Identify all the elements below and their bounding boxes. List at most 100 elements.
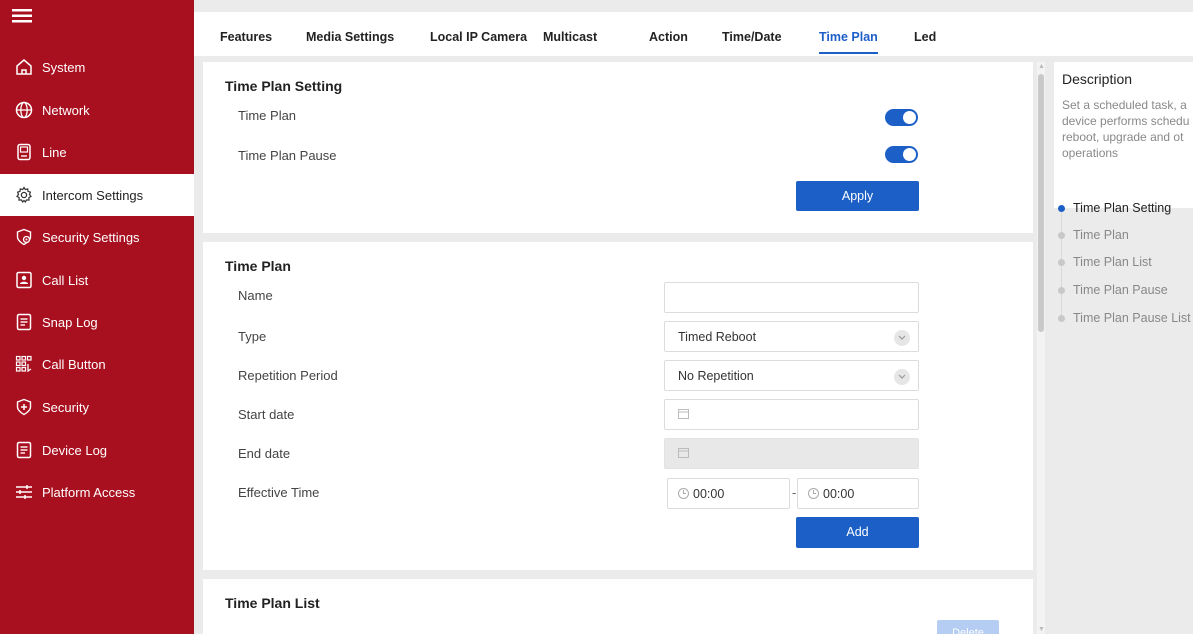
time-range-separator: - [792, 485, 797, 500]
name-label: Name [238, 288, 273, 303]
document-icon [15, 313, 33, 331]
tab-time-date[interactable]: Time/Date [722, 12, 782, 56]
tab-local-ip-camera[interactable]: Local IP Camera [430, 12, 527, 56]
type-select[interactable]: Timed Reboot [664, 321, 919, 352]
sidebar-item-label: Security [42, 399, 89, 415]
type-label: Type [238, 329, 267, 344]
anchor-dot [1058, 314, 1065, 322]
anchor-time-plan-setting[interactable]: Time Plan Setting [1058, 201, 1171, 215]
description-line: device performs schedu [1062, 114, 1190, 128]
sidebar: System Network Line Intercom Settings Se… [0, 0, 194, 634]
sidebar-item-label: Platform Access [42, 484, 136, 500]
description-title: Description [1062, 71, 1133, 87]
end-date-label: End date [238, 446, 291, 461]
anchor-label: Time Plan [1073, 228, 1129, 242]
sidebar-item-call-list[interactable]: Call List [0, 259, 194, 301]
repetition-select-value: No Repetition [678, 368, 754, 383]
anchor-time-plan[interactable]: Time Plan [1058, 228, 1129, 242]
sidebar-item-label: Call List [42, 272, 89, 288]
section-title: Time Plan List [225, 595, 320, 611]
description-line: reboot, upgrade and ot [1062, 130, 1184, 144]
anchor-label: Time Plan Pause [1073, 283, 1168, 297]
end-date-input[interactable] [664, 438, 919, 469]
sidebar-item-label: Device Log [42, 442, 108, 458]
time-plan-pause-label: Time Plan Pause [238, 148, 337, 163]
repetition-period-label: Repetition Period [238, 368, 338, 383]
phone-icon [15, 143, 33, 161]
grid-buttons-icon [15, 355, 33, 373]
clock-icon [678, 488, 689, 499]
sidebar-item-label: Line [42, 144, 67, 160]
sidebar-item-line[interactable]: Line [0, 131, 194, 173]
contact-card-icon [15, 271, 33, 289]
sidebar-item-platform-access[interactable]: Platform Access [0, 471, 194, 513]
menu-toggle[interactable] [0, 0, 194, 38]
hamburger-icon[interactable] [12, 8, 32, 24]
start-date-label: Start date [238, 407, 295, 422]
tab-action[interactable]: Action [649, 12, 688, 56]
sidebar-item-security[interactable]: Security [0, 386, 194, 428]
sidebar-item-label: Network [42, 102, 90, 118]
time-plan-list-panel: Time Plan List Delete [203, 579, 1033, 634]
anchor-dot [1058, 231, 1065, 239]
anchor-time-plan-pause[interactable]: Time Plan Pause [1058, 283, 1168, 297]
time-plan-toggle[interactable] [885, 109, 918, 126]
description-line: operations [1062, 146, 1119, 160]
description-text: Set a scheduled task, a device performs … [1062, 97, 1193, 161]
calendar-icon [678, 408, 689, 422]
sidebar-item-label: Call Button [42, 356, 106, 372]
anchor-dot [1058, 258, 1065, 266]
tab-bar: Features Media Settings Local IP Camera … [194, 12, 1193, 56]
gear-icon [15, 186, 33, 204]
effective-start-time-input[interactable]: 00:00 [667, 478, 790, 509]
effective-time-label: Effective Time [238, 485, 320, 500]
type-select-value: Timed Reboot [678, 329, 757, 344]
sidebar-item-label: Intercom Settings [42, 187, 144, 203]
tab-multicast[interactable]: Multicast [543, 12, 597, 56]
sidebar-item-network[interactable]: Network [0, 89, 194, 131]
delete-button[interactable]: Delete [937, 620, 999, 634]
main-scrollbar[interactable]: ▲ ▼ [1037, 62, 1045, 634]
effective-end-value: 00:00 [823, 486, 855, 501]
globe-icon [15, 101, 33, 119]
tab-features[interactable]: Features [220, 12, 272, 56]
anchor-label: Time Plan Setting [1073, 201, 1172, 215]
sidebar-item-call-button[interactable]: Call Button [0, 343, 194, 385]
repetition-period-select[interactable]: No Repetition [664, 360, 919, 391]
anchor-dot [1058, 204, 1065, 212]
sidebar-item-label: System [42, 59, 86, 75]
effective-start-value: 00:00 [693, 486, 725, 501]
tab-time-plan[interactable]: Time Plan [819, 12, 878, 56]
sidebar-item-snap-log[interactable]: Snap Log [0, 301, 194, 343]
section-title: Time Plan Setting [225, 78, 343, 94]
anchor-dot [1058, 286, 1065, 294]
sidebar-item-device-log[interactable]: Device Log [0, 429, 194, 471]
anchor-time-plan-list[interactable]: Time Plan List [1058, 255, 1152, 269]
anchor-time-plan-pause-list[interactable]: Time Plan Pause List [1058, 311, 1191, 325]
time-plan-pause-toggle[interactable] [885, 146, 918, 163]
sidebar-item-intercom-settings[interactable]: Intercom Settings [0, 174, 194, 216]
shield-plus-icon [15, 398, 33, 416]
time-plan-label: Time Plan [238, 108, 297, 123]
tab-media-settings[interactable]: Media Settings [306, 12, 394, 56]
add-button[interactable]: Add [796, 517, 919, 548]
scroll-down-icon[interactable]: ▼ [1038, 626, 1045, 633]
tab-led[interactable]: Led [914, 12, 936, 56]
time-plan-setting-panel: Time Plan Setting Time Plan Time Plan Pa… [203, 62, 1033, 233]
shield-gear-icon [15, 228, 33, 246]
sidebar-item-label: Snap Log [42, 314, 98, 330]
sidebar-item-system[interactable]: System [0, 46, 194, 88]
sidebar-item-security-settings[interactable]: Security Settings [0, 216, 194, 258]
apply-button[interactable]: Apply [796, 181, 919, 211]
anchor-label: Time Plan List [1073, 255, 1152, 269]
name-input[interactable] [664, 282, 919, 313]
document-icon [15, 441, 33, 459]
chevron-down-icon [894, 330, 910, 346]
start-date-input[interactable] [664, 399, 919, 430]
scroll-up-icon[interactable]: ▲ [1038, 63, 1045, 70]
effective-end-time-input[interactable]: 00:00 [797, 478, 919, 509]
calendar-icon [678, 447, 689, 461]
anchor-label: Time Plan Pause List [1073, 311, 1191, 325]
scrollbar-thumb[interactable] [1038, 74, 1044, 332]
home-icon [15, 58, 33, 76]
